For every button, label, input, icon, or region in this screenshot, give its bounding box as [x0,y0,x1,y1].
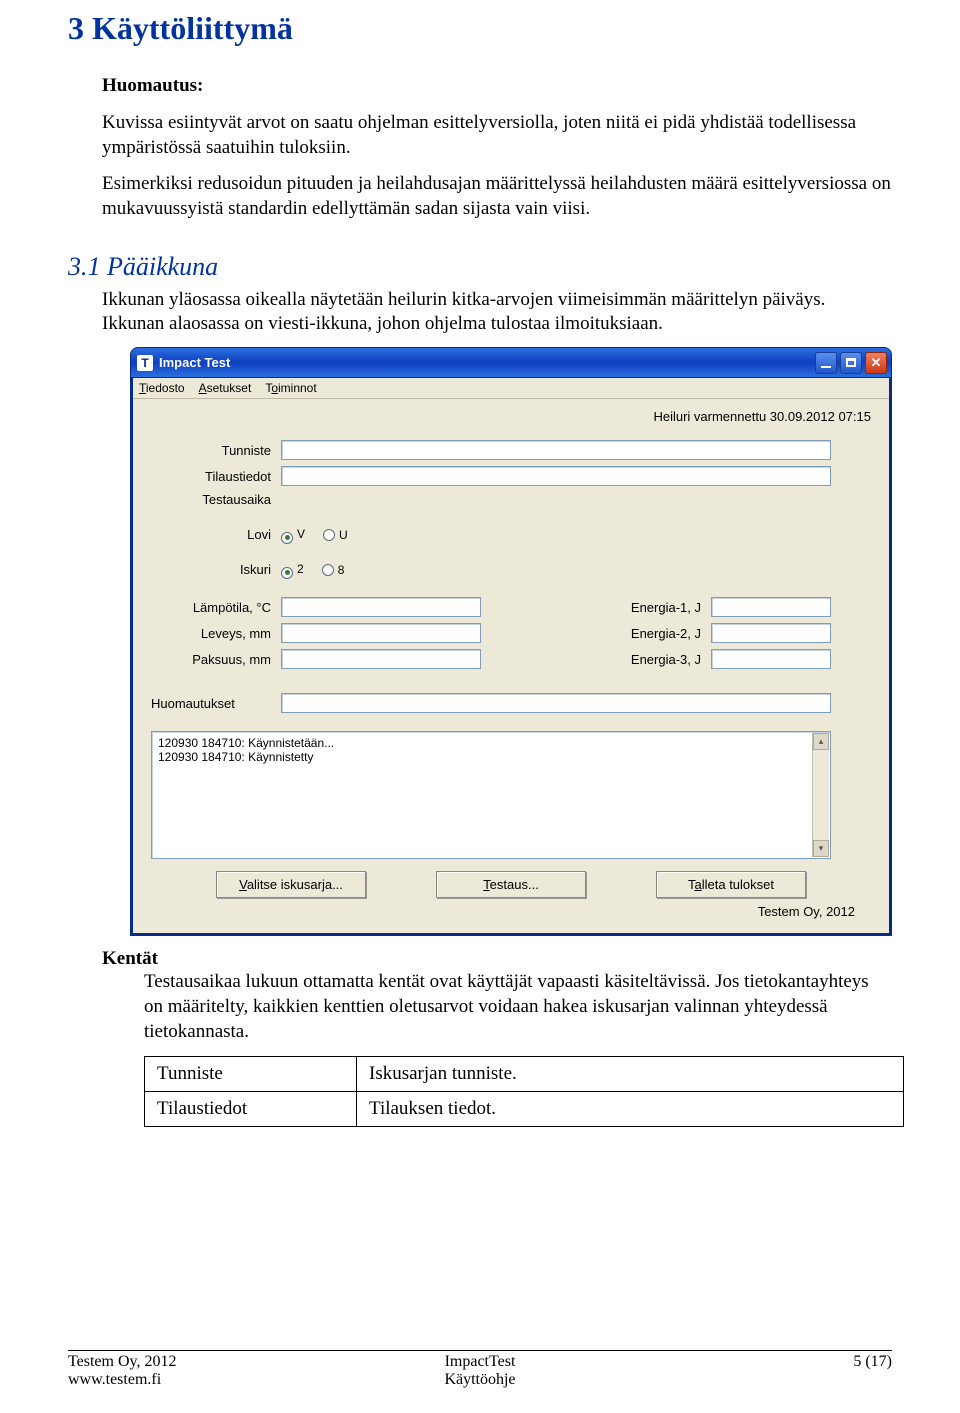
input-leveys[interactable] [281,623,481,643]
kentat-paragraph: Testausaikaa lukuun ottamatta kentät ova… [144,970,892,1044]
valitse-iskusarja-button[interactable]: Valitse iskusarja... [216,871,366,898]
radio-lovi-u[interactable] [323,529,335,541]
heading-2: 3.1 Pääikkuna [68,252,892,282]
footer-center-2: Käyttöohje [343,1371,618,1389]
status-date: Heiluri varmennettu 30.09.2012 07:15 [151,409,871,424]
window-titlebar[interactable]: T Impact Test ✕ [130,347,892,377]
label-huomautukset: Huomautukset [151,696,281,711]
footer-left-1: Testem Oy, 2012 [68,1353,343,1371]
menu-asetukset[interactable]: Asetukset [199,381,252,395]
menu-bar: Tiedosto Asetukset Toiminnot [133,378,889,399]
input-tunniste[interactable] [281,440,831,460]
menu-toiminnot[interactable]: Toiminnot [265,381,316,395]
label-lovi: Lovi [151,527,281,542]
label-lampotila: Lämpötila, °C [151,600,281,615]
label-energia2: Energia-2, J [601,626,711,641]
label-tunniste: Tunniste [151,443,281,458]
label-leveys: Leveys, mm [151,626,281,641]
close-button[interactable]: ✕ [865,352,887,374]
scroll-up-icon[interactable]: ▴ [813,733,829,750]
maximize-button[interactable] [840,352,862,374]
input-tilaustiedot[interactable] [281,466,831,486]
brand-label: Testem Oy, 2012 [151,904,855,919]
label-energia3: Energia-3, J [601,652,711,667]
window-title: Impact Test [159,355,815,370]
app-window: T Impact Test ✕ Tiedosto Asetukset Toimi… [130,347,892,936]
cell-name: Tunniste [145,1057,357,1092]
menu-tiedosto[interactable]: Tiedosto [139,381,185,395]
testaus-button[interactable]: Testaus... [436,871,586,898]
footer-right-1: 5 (17) [617,1353,892,1371]
input-huomautukset[interactable] [281,693,831,713]
label-tilaustiedot: Tilaustiedot [151,469,281,484]
radio-iskuri-2-label: 2 [297,562,304,576]
radio-iskuri-8-label: 8 [338,563,345,577]
scroll-down-icon[interactable]: ▾ [813,840,829,857]
cell-name: Tilaustiedot [145,1092,357,1127]
input-paksuus[interactable] [281,649,481,669]
paragraph-1: Kuvissa esiintyvät arvot on saatu ohjelm… [102,111,892,160]
table-row: Tunniste Iskusarjan tunniste. [145,1057,904,1092]
input-energia3[interactable] [711,649,831,669]
page-footer: Testem Oy, 2012 www.testem.fi ImpactTest… [68,1350,892,1389]
input-energia2[interactable] [711,623,831,643]
label-energia1: Energia-1, J [601,600,711,615]
input-lampotila[interactable] [281,597,481,617]
footer-left-2: www.testem.fi [68,1371,343,1389]
footer-center-1: ImpactTest [343,1353,618,1371]
note-title: Huomautus: [102,75,892,97]
cell-desc: Iskusarjan tunniste. [357,1057,904,1092]
table-row: Tilaustiedot Tilauksen tiedot. [145,1092,904,1127]
label-testausaika: Testausaika [151,492,281,507]
paragraph-2: Esimerkiksi redusoidun pituuden ja heila… [102,172,892,221]
radio-iskuri-8[interactable] [322,564,334,576]
app-icon: T [137,355,153,371]
heading-1: 3 Käyttöliittymä [68,10,892,47]
label-paksuus: Paksuus, mm [151,652,281,667]
h2-paragraph: Ikkunan yläosassa oikealla näytetään hei… [102,288,892,337]
radio-lovi-v-label: V [297,527,305,541]
field-table: Tunniste Iskusarjan tunniste. Tilaustied… [144,1056,904,1127]
log-textarea[interactable]: 120930 184710: Käynnistetään... 120930 1… [151,731,831,859]
kentat-heading: Kentät [102,948,892,970]
talleta-tulokset-button[interactable]: Talleta tulokset [656,871,806,898]
radio-lovi-v[interactable] [281,532,293,544]
cell-desc: Tilauksen tiedot. [357,1092,904,1127]
scrollbar[interactable]: ▴ ▾ [812,733,829,857]
radio-iskuri-2[interactable] [281,567,293,579]
minimize-button[interactable] [815,352,837,374]
radio-lovi-u-label: U [339,528,348,542]
input-energia1[interactable] [711,597,831,617]
label-iskuri: Iskuri [151,562,281,577]
log-content: 120930 184710: Käynnistetään... 120930 1… [158,736,334,764]
